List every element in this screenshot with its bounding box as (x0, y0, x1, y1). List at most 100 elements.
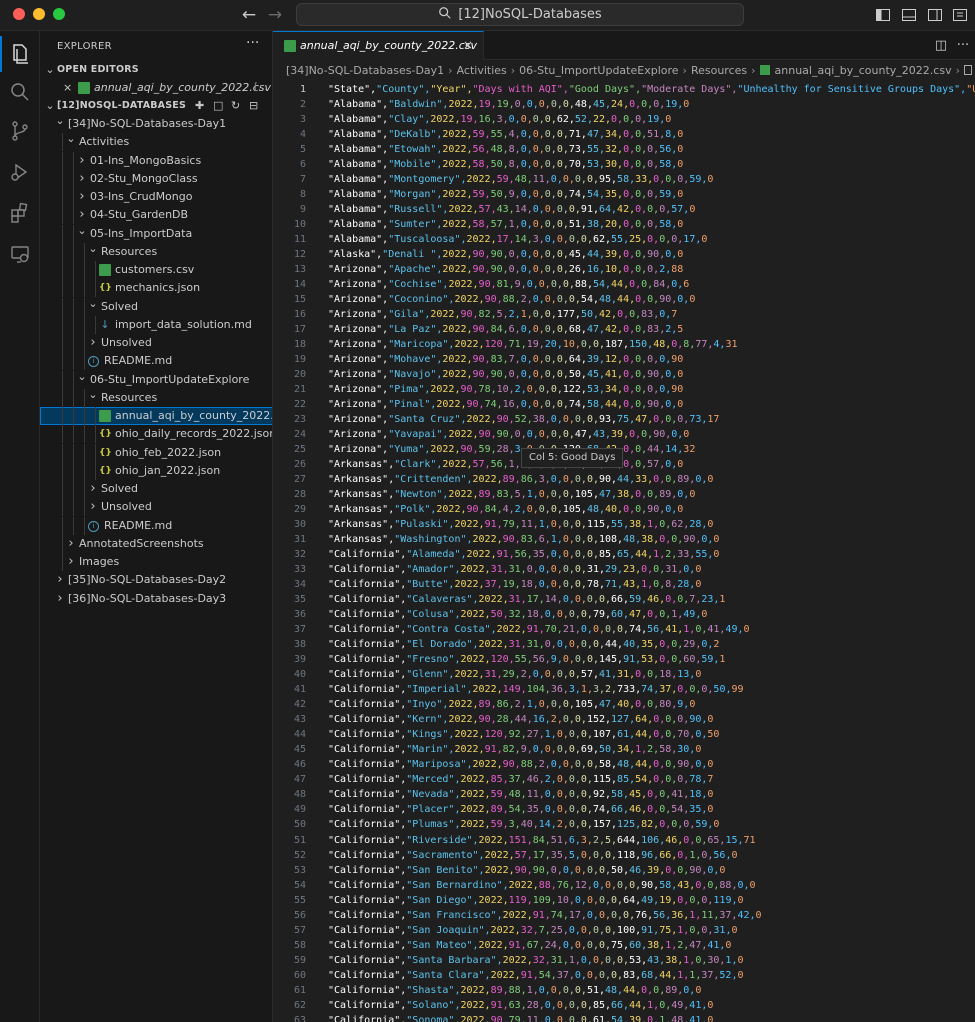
code-line[interactable]: 49 "California","Placer",2022,89,54,35,0,… (273, 802, 975, 817)
code-line[interactable]: 12 "Alaska","Denali ",2022,90,90,0,0,0,0,… (273, 247, 975, 262)
tree-item[interactable]: › 04-Stu_GardenDB (40, 206, 272, 225)
code-line[interactable]: 43 "California","Kern",2022,90,28,44,16,2… (273, 712, 975, 727)
tree-item[interactable]: ⌄ 05-Ins_ImportData (40, 224, 272, 243)
open-editor-item[interactable]: × annual_aqi_by_county_2022.csv [... (40, 79, 272, 97)
code-line[interactable]: 21 "Arizona","Pima",2022,90,78,10,2,0,0,0… (273, 382, 975, 397)
code-line[interactable]: 52 "California","Sacramento",2022,57,17,3… (273, 848, 975, 863)
code-line[interactable]: 5 "Alabama","Etowah",2022,56,48,8,0,0,0,0… (273, 142, 975, 157)
code-line[interactable]: 56 "California","San Francisco",2022,91,7… (273, 908, 975, 923)
code-line[interactable]: 16 "Arizona","Gila",2022,90,82,5,2,1,0,0,… (273, 307, 975, 322)
breadcrumb-segment[interactable]: annual_aqi_by_county_2022.csv (775, 64, 952, 77)
code-line[interactable]: 2 "Alabama","Baldwin",2022,19,19,0,0,0,0,… (273, 97, 975, 112)
code-line[interactable]: 39 "California","Fresno",2022,120,55,56,9… (273, 652, 975, 667)
tree-item[interactable]: › Images (40, 553, 272, 571)
refresh-icon[interactable]: ↻ (231, 97, 240, 115)
remote-explorer-icon[interactable] (6, 240, 34, 268)
tree-item[interactable]: {} ohio_jan_2022.json (40, 461, 272, 480)
code-line[interactable]: 42 "California","Inyo",2022,89,86,2,1,0,0… (273, 697, 975, 712)
tree-item[interactable]: › [36]No-SQL-Databases-Day3 (40, 590, 272, 608)
code-line[interactable]: 63 "California","Sonoma",2022,90,79,11,0,… (273, 1013, 975, 1022)
toggle-panel-icon[interactable] (901, 7, 917, 23)
code-line[interactable]: 59 "California","Santa Barbara",2022,32,3… (273, 953, 975, 968)
close-editor-icon[interactable]: × (63, 79, 72, 97)
tree-item[interactable]: customers.csv (40, 261, 272, 279)
toggle-secondary-sidebar-icon[interactable] (927, 7, 943, 23)
code-line[interactable]: 15 "Arizona","Coconino",2022,90,88,2,0,0,… (273, 292, 975, 307)
code-line[interactable]: 44 "California","Kings",2022,120,92,27,1,… (273, 727, 975, 742)
tree-item[interactable]: i README.md (40, 352, 272, 371)
run-debug-icon[interactable] (6, 158, 34, 186)
code-line[interactable]: 19 "Arizona","Mohave",2022,90,83,7,0,0,0,… (273, 352, 975, 367)
tree-item[interactable]: › [35]No-SQL-Databases-Day2 (40, 571, 272, 589)
tree-item[interactable]: ⌄ [34]No-SQL-Databases-Day1 (40, 115, 272, 133)
code-line[interactable]: 51 "California","Riverside",2022,151,84,5… (273, 833, 975, 848)
code-line[interactable]: 60 "California","Santa Clara",2022,91,54,… (273, 968, 975, 983)
code-line[interactable]: 58 "California","San Mateo",2022,91,67,24… (273, 938, 975, 953)
code-line[interactable]: 36 "California","Colusa",2022,50,32,18,0,… (273, 607, 975, 622)
more-actions-icon[interactable]: ··· (246, 35, 259, 51)
back-arrow-icon[interactable]: ← (238, 4, 260, 26)
breadcrumb-segment[interactable]: Activities (457, 64, 507, 77)
code-line[interactable]: 41 "California","Imperial",2022,149,104,3… (273, 682, 975, 697)
tree-item[interactable]: › 03-Ins_CrudMongo (40, 188, 272, 206)
code-line[interactable]: 33 "California","Amador",2022,31,31,0,0,0… (273, 562, 975, 577)
breadcrumb-segment[interactable]: 06-Stu_ImportUpdateExplore (519, 64, 678, 77)
code-line[interactable]: 7 "Alabama","Montgomery",2022,59,48,11,0,… (273, 172, 975, 187)
code-line[interactable]: 27 "Arkansas","Crittenden",2022,89,86,3,0… (273, 472, 975, 487)
tab-annual-aqi-csv[interactable]: annual_aqi_by_county_2022.csv × (273, 31, 484, 60)
code-line[interactable]: 13 "Arizona","Apache",2022,90,90,0,0,0,0,… (273, 262, 975, 277)
code-line[interactable]: 46 "California","Mariposa",2022,90,88,2,0… (273, 757, 975, 772)
more-actions-icon[interactable]: ··· (955, 38, 971, 54)
code-line[interactable]: 55 "California","San Diego",2022,119,109,… (273, 893, 975, 908)
search-icon[interactable] (6, 78, 34, 106)
code-line[interactable]: 48 "California","Nevada",2022,59,48,11,0,… (273, 787, 975, 802)
code-line[interactable]: 24 "Arizona","Yavapai",2022,90,90,0,0,0,0… (273, 427, 975, 442)
code-line[interactable]: 31 "Arkansas","Washington",2022,90,83,6,1… (273, 532, 975, 547)
code-line[interactable]: 61 "California","Shasta",2022,89,88,1,0,0… (273, 983, 975, 998)
code-line[interactable]: 18 "Arizona","Maricopa",2022,120,71,19,20… (273, 337, 975, 352)
code-line[interactable]: 29 "Arkansas","Polk",2022,90,84,4,2,0,0,0… (273, 502, 975, 517)
code-line[interactable]: 62 "California","Solano",2022,91,63,28,0,… (273, 998, 975, 1013)
tree-item[interactable]: › AnnotatedScreenshots (40, 534, 272, 553)
code-line[interactable]: 30 "Arkansas","Pulaski",2022,91,79,11,1,0… (273, 517, 975, 532)
new-folder-icon[interactable]: □ (213, 97, 223, 115)
customize-layout-icon[interactable] (952, 7, 968, 23)
close-window-button[interactable] (13, 8, 25, 20)
tree-item[interactable]: annual_aqi_by_county_2022.csv (40, 407, 272, 425)
toggle-primary-sidebar-icon[interactable] (875, 7, 891, 23)
code-line[interactable]: 40 "California","Glenn",2022,31,29,2,0,0,… (273, 667, 975, 682)
code-line[interactable]: 54 "California","San Bernardino",2022,88,… (273, 878, 975, 893)
code-view[interactable]: 1 "State","County","Year","Days with AQI"… (273, 82, 975, 1022)
code-line[interactable]: 57 "California","San Joaquin",2022,32,7,2… (273, 923, 975, 938)
tree-item[interactable]: › Solved (40, 480, 272, 498)
source-control-icon[interactable] (6, 117, 34, 145)
code-line[interactable]: 25 "Arizona","Yuma",2022,90,59,28,3,0,0,0… (273, 442, 975, 457)
tree-item[interactable]: {} ohio_daily_records_2022.json (40, 425, 272, 444)
tree-item[interactable]: › Unsolved (40, 498, 272, 517)
tree-item[interactable]: › 02-Stu_MongoClass (40, 169, 272, 188)
code-line[interactable]: 20 "Arizona","Navajo",2022,90,90,0,0,0,0,… (273, 367, 975, 382)
code-line[interactable]: 47 "California","Merced",2022,85,37,46,2,… (273, 772, 975, 787)
code-line[interactable]: 26 "Arkansas","Clark",2022,57,56,1,0,0,0,… (273, 457, 975, 472)
code-line[interactable]: 22 "Arizona","Pinal",2022,90,74,16,0,0,0,… (273, 397, 975, 412)
split-editor-icon[interactable]: ◫ (933, 38, 949, 54)
minimize-window-button[interactable] (33, 8, 45, 20)
code-line[interactable]: 23 "Arizona","Santa Cruz",2022,90,52,38,0… (273, 412, 975, 427)
code-line[interactable]: 35 "California","Calaveras",2022,31,17,14… (273, 592, 975, 607)
files-icon[interactable] (0, 36, 34, 72)
code-line[interactable]: 14 "Arizona","Cochise",2022,90,81,9,0,0,0… (273, 277, 975, 292)
tree-item[interactable]: › 01-Ins_MongoBasics (40, 151, 272, 170)
tree-item[interactable]: ⌄ Resources (40, 242, 272, 261)
maximize-window-button[interactable] (53, 8, 65, 20)
code-line[interactable]: 6 "Alabama","Mobile",2022,58,50,8,0,0,0,0… (273, 157, 975, 172)
code-line[interactable]: 28 "Arkansas","Newton",2022,89,83,5,1,0,0… (273, 487, 975, 502)
close-icon[interactable]: × (463, 38, 473, 52)
command-center-search[interactable]: [12]NoSQL-Databases (296, 3, 744, 26)
code-line[interactable]: 53 "California","San Benito",2022,90,90,0… (273, 863, 975, 878)
breadcrumb-segment[interactable]: [34]No-SQL-Databases-Day1 (286, 64, 444, 77)
tree-item[interactable]: ⌄ Activities (40, 133, 272, 152)
tree-item[interactable]: ↓ import_data_solution.md (40, 315, 272, 334)
tree-item[interactable]: › Unsolved (40, 334, 272, 352)
code-line[interactable]: 37 "California","Contra Costa",2022,91,70… (273, 622, 975, 637)
code-line[interactable]: 17 "Arizona","La Paz",2022,90,84,6,0,0,0,… (273, 322, 975, 337)
